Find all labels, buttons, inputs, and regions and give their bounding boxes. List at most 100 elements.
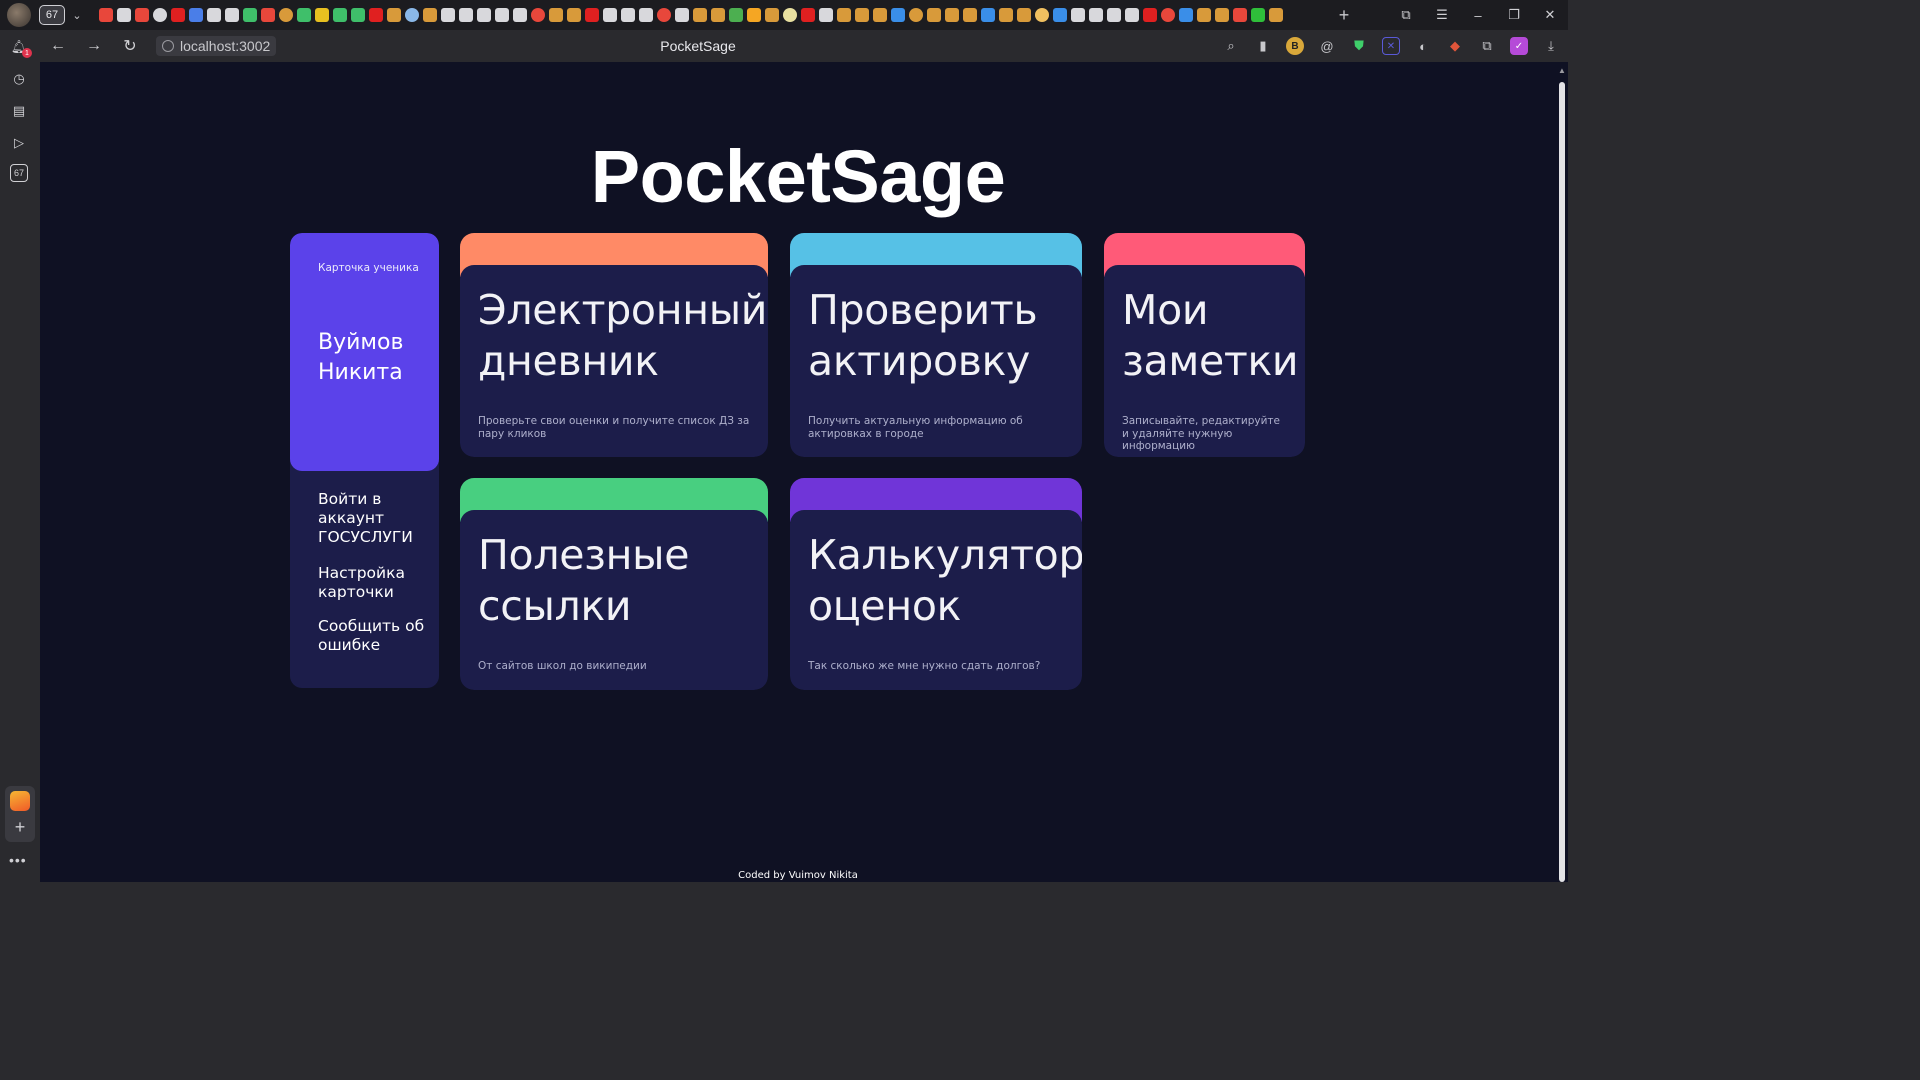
extension-fox-icon[interactable]: ◆ [1446,37,1464,55]
profile-avatar[interactable] [7,3,31,27]
pinned-tab-favicon[interactable] [1269,8,1283,22]
pinned-tab-favicon[interactable] [153,8,167,22]
pinned-tab-favicon[interactable] [981,8,995,22]
pinned-tab-favicon[interactable] [1143,8,1157,22]
pinned-tab-favicon[interactable] [1035,8,1049,22]
pinned-tab-favicon[interactable] [225,8,239,22]
add-app-icon[interactable]: + [10,817,30,837]
card-notes[interactable]: Мои заметки Записывайте, редактируйте и … [1104,233,1305,457]
pinned-tab-favicon[interactable] [711,8,725,22]
collections-icon[interactable]: ▤ [8,100,30,122]
pinned-tab-favicon[interactable] [657,8,671,22]
minimize-button[interactable]: – [1460,0,1496,30]
pinned-tab-favicon[interactable] [423,8,437,22]
more-icon[interactable]: ••• [9,852,27,868]
shield-icon[interactable]: ⛊ [1350,37,1368,55]
card-calculator[interactable]: Калькулятор оценок Так сколько же мне ну… [790,478,1082,690]
pinned-tab-favicon[interactable] [189,8,203,22]
scroll-up-icon[interactable]: ▲ [1558,66,1566,75]
pinned-tab-favicon[interactable] [1071,8,1085,22]
pinned-tab-favicon[interactable] [747,8,761,22]
tabs-counter-icon[interactable]: 67 [10,164,28,182]
pinned-tab-favicon[interactable] [855,8,869,22]
pinned-tab-favicon[interactable] [405,8,419,22]
pinned-tab-favicon[interactable] [207,8,221,22]
download-icon[interactable]: ⤓ [1542,37,1560,55]
pinned-tab-favicon[interactable] [369,8,383,22]
pinned-tab-favicon[interactable] [1125,8,1139,22]
pinned-tab-favicon[interactable] [297,8,311,22]
page-scrollbar[interactable]: ▲ [1556,62,1568,882]
restore-button[interactable]: ❐ [1496,0,1532,30]
history-icon[interactable]: ◷ [8,68,30,90]
pinned-tab-favicon[interactable] [117,8,131,22]
pinned-tab-favicon[interactable] [441,8,455,22]
pinned-tab-favicon[interactable] [873,8,887,22]
pinned-tab-favicon[interactable] [171,8,185,22]
pinned-tab-favicon[interactable] [459,8,473,22]
extension-x-icon[interactable]: ✕ [1382,37,1400,55]
pinned-tab-favicon[interactable] [801,8,815,22]
pinned-tab-favicon[interactable] [1053,8,1067,22]
pinned-tab-favicon[interactable] [135,8,149,22]
pinned-tab-favicon[interactable] [621,8,635,22]
pinned-tab-favicon[interactable] [279,8,293,22]
pinned-tab-favicon[interactable] [1161,8,1175,22]
pinned-tab-favicon[interactable] [315,8,329,22]
pinned-tab-favicon[interactable] [909,8,923,22]
pinned-tab-favicon[interactable] [351,8,365,22]
pinned-tab-favicon[interactable] [1251,8,1265,22]
tab-count-button[interactable]: 67 [39,5,65,25]
url-text[interactable]: localhost:3002 [180,38,270,54]
tabs-extension-icon[interactable]: ⧉ [1478,37,1496,55]
pinned-tab-favicon[interactable] [333,8,347,22]
pinned-tab-favicon[interactable] [603,8,617,22]
card-aktirovka[interactable]: Проверить актировку Получить актуальную … [790,233,1082,457]
pinned-tab-favicon[interactable] [729,8,743,22]
pinned-tab-favicon[interactable] [639,8,653,22]
address-bar[interactable]: localhost:3002 [156,36,277,56]
card-links[interactable]: Полезные ссылки От сайтов школ до википе… [460,478,768,690]
pinned-tab-favicon[interactable] [1197,8,1211,22]
back-icon[interactable]: ← [40,30,76,62]
reload-icon[interactable]: ↻ [112,30,148,62]
card-settings-link[interactable]: Настройка карточки [318,564,433,602]
pinned-tab-favicon[interactable] [261,8,275,22]
player-icon[interactable]: ▷ [8,132,30,154]
extension-purple-icon[interactable]: ✓ [1510,37,1528,55]
pinned-tab-favicon[interactable] [999,8,1013,22]
report-bug-link[interactable]: Сообщить об ошибке [318,617,433,655]
new-tab-button[interactable]: + [1332,3,1356,27]
app-icon[interactable] [10,791,30,811]
forward-icon[interactable]: → [76,30,112,62]
pinned-tab-favicon[interactable] [1107,8,1121,22]
tab-list-icon[interactable]: ⧉ [1388,0,1424,30]
pinned-tab-favicon[interactable] [531,8,545,22]
bookmark-icon[interactable]: ▮ [1254,37,1272,55]
pinned-tab-favicon[interactable] [1089,8,1103,22]
pinned-tab-favicon[interactable] [1179,8,1193,22]
card-diary[interactable]: Электронный дневник Проверьте свои оценк… [460,233,768,457]
pinned-tab-favicon[interactable] [477,8,491,22]
pinned-tab-favicon[interactable] [819,8,833,22]
pinned-tab-favicon[interactable] [891,8,905,22]
pinned-tab-favicon[interactable] [99,8,113,22]
pinned-tab-favicon[interactable] [837,8,851,22]
pinned-tab-favicon[interactable] [927,8,941,22]
pinned-tab-favicon[interactable] [765,8,779,22]
extension-moon-icon[interactable]: ◐ [1414,37,1432,55]
pinned-tab-favicon[interactable] [387,8,401,22]
pinned-tab-favicon[interactable] [783,8,797,22]
zoom-icon[interactable]: ⌕ [1222,37,1240,55]
gosuslugi-login-link[interactable]: Войти в аккаунт ГОСУСЛУГИ [318,490,433,547]
pinned-tab-favicon[interactable] [243,8,257,22]
chevron-down-icon[interactable]: ⌄ [67,5,87,25]
pinned-tab-favicon[interactable] [693,8,707,22]
extension-b-icon[interactable]: B [1286,37,1304,55]
pinned-tab-favicon[interactable] [945,8,959,22]
pinned-tab-favicon[interactable] [567,8,581,22]
pinned-tab-favicon[interactable] [963,8,977,22]
site-info-icon[interactable] [162,40,174,52]
extension-at-icon[interactable]: @ [1318,37,1336,55]
pinned-tab-favicon[interactable] [495,8,509,22]
